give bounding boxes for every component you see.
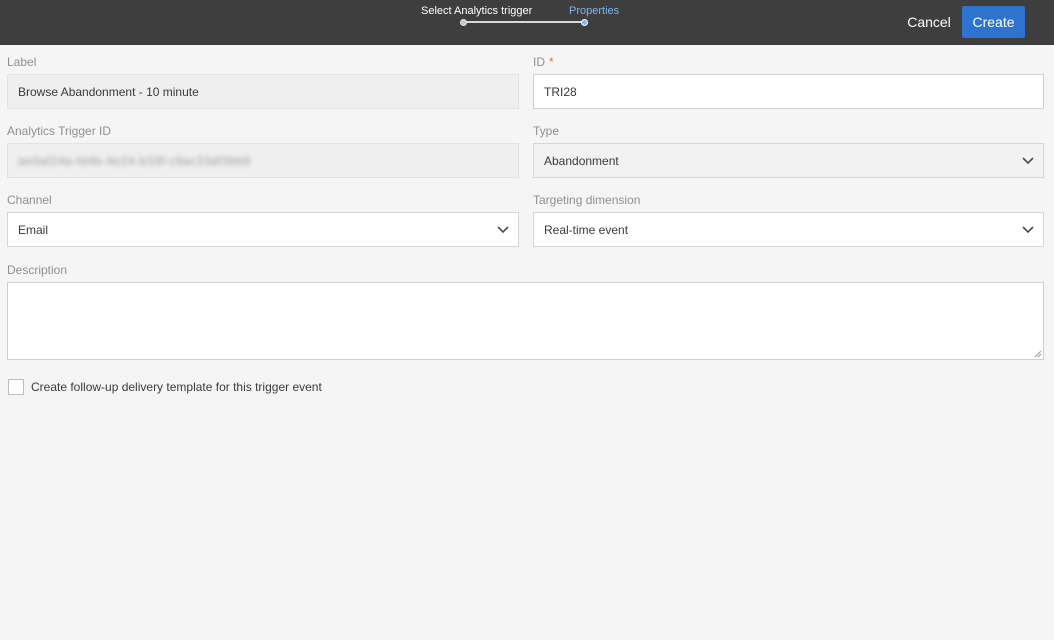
analytics-trigger-id-label: Analytics Trigger ID (7, 124, 112, 138)
id-input[interactable]: TRI28 (533, 74, 1044, 109)
channel-select-value: Email (18, 222, 49, 237)
step-properties[interactable]: Properties (569, 5, 619, 18)
step-2-dot (581, 19, 588, 26)
id-label-text: ID (533, 55, 545, 69)
required-indicator: * (549, 55, 554, 69)
label-input-value: Browse Abandonment - 10 minute (18, 84, 199, 99)
targeting-dimension-label: Targeting dimension (533, 193, 641, 207)
type-field-label: Type (533, 124, 560, 138)
resize-grip-icon[interactable] (1034, 350, 1042, 358)
channel-select[interactable]: Email (7, 212, 519, 247)
chevron-down-icon (1022, 226, 1034, 234)
targeting-dimension-value: Real-time event (544, 222, 629, 237)
id-input-value: TRI28 (544, 84, 577, 99)
wizard-header: Select Analytics trigger Properties Canc… (0, 0, 1054, 45)
type-select-value: Abandonment (544, 153, 619, 168)
step-1-dot (460, 19, 467, 26)
analytics-trigger-id-input: ae0af24a-fd4b-4e24-b33f-c9ac33df3bb9 (7, 143, 519, 178)
follow-up-checkbox-label[interactable]: Create follow-up delivery template for t… (31, 380, 322, 394)
cancel-button[interactable]: Cancel (903, 6, 955, 38)
label-input[interactable]: Browse Abandonment - 10 minute (7, 74, 519, 109)
channel-field-label: Channel (7, 193, 52, 207)
step-progress-line (466, 21, 584, 23)
description-textarea[interactable] (7, 282, 1044, 360)
analytics-trigger-id-value: ae0af24a-fd4b-4e24-b33f-c9ac33df3bb9 (18, 153, 251, 168)
id-field-label: ID * (533, 55, 554, 69)
follow-up-checkbox[interactable] (8, 379, 24, 395)
type-select[interactable]: Abandonment (533, 143, 1044, 178)
targeting-dimension-select[interactable]: Real-time event (533, 212, 1044, 247)
create-button[interactable]: Create (962, 6, 1025, 38)
description-field-label: Description (7, 263, 68, 277)
chevron-down-icon (497, 226, 509, 234)
label-field-label: Label (7, 55, 37, 69)
chevron-down-icon (1022, 157, 1034, 165)
step-select-analytics-trigger[interactable]: Select Analytics trigger (421, 5, 532, 18)
